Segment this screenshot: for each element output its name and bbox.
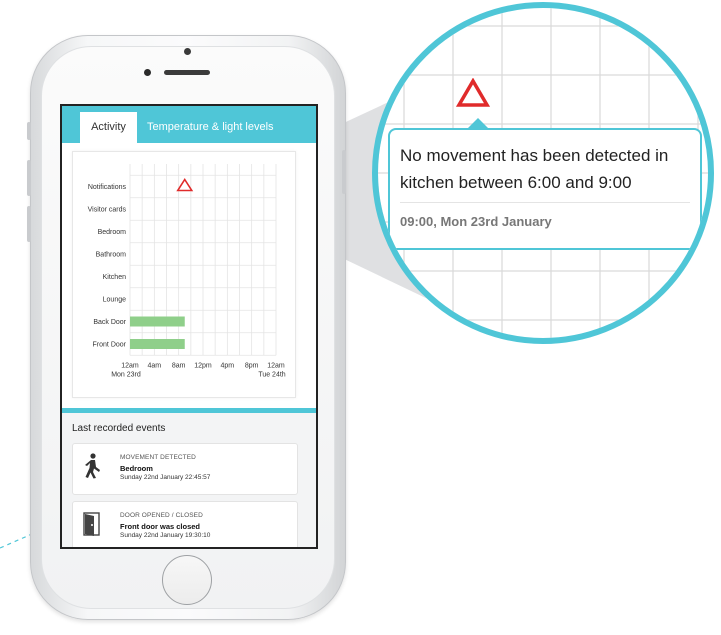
power-button <box>342 150 346 194</box>
x-tick-label: 4pm <box>221 362 235 369</box>
row-label: Front Door <box>93 342 127 349</box>
home-button[interactable] <box>162 555 212 605</box>
x-tick-label: 8pm <box>245 362 259 369</box>
row-label: Back Door <box>93 319 126 326</box>
walking-person-icon <box>85 453 100 479</box>
event-time: Sunday 22nd January 19:30:10 <box>120 532 211 539</box>
x-tick-label: 4am <box>148 362 162 369</box>
event-type: MOVEMENT DETECTED <box>120 454 196 461</box>
event-card[interactable]: MOVEMENT DETECTED Bedroom Sunday 22nd Ja… <box>72 443 298 495</box>
popup-timestamp: 09:00, Mon 23rd January <box>400 214 552 229</box>
volume-down-button <box>27 206 31 242</box>
mute-switch <box>27 122 31 140</box>
tab-bar: Activity Temperature & light levels <box>62 106 316 143</box>
row-label: Bedroom <box>98 229 127 236</box>
activity-chart-svg: Notifications Visitor cards Bedroom Bathroo… <box>88 164 286 378</box>
x-tick-label: 12pm <box>194 362 212 369</box>
popup-message: No movement has been detected in kitchen… <box>400 146 669 192</box>
front-camera <box>184 48 191 55</box>
row-label: Kitchen <box>103 274 126 281</box>
warning-marker <box>176 178 194 192</box>
x-end-date-label: Tue 24th <box>258 371 285 378</box>
row-label: Notifications <box>88 184 127 191</box>
event-title: Bedroom <box>120 464 153 473</box>
row-label: Visitor cards <box>88 207 127 214</box>
earpiece-speaker <box>164 70 210 75</box>
volume-up-button <box>27 160 31 196</box>
x-tick-label: 12am <box>267 362 285 369</box>
popup-pointer <box>466 118 490 130</box>
x-tick-label: 8am <box>172 362 186 369</box>
events-title: Last recorded events <box>72 423 166 434</box>
x-start-date-label: Mon 23rd <box>111 371 141 378</box>
notification-popup: No movement has been detected in kitchen… <box>388 128 702 250</box>
events-section: Last recorded events MOVEMENT DETECTED B… <box>62 413 316 547</box>
event-card[interactable]: DOOR OPENED / CLOSED Front door was clos… <box>72 501 298 547</box>
x-tick-label: 12am <box>121 362 139 369</box>
activity-bar <box>130 316 185 327</box>
phone-screen: Activity Temperature & light levels Noti… <box>60 104 318 549</box>
event-time: Sunday 22nd January 22:45:57 <box>120 474 211 481</box>
zoom-callout: No movement has been detected in kitchen… <box>378 8 708 338</box>
proximity-sensor <box>144 69 151 76</box>
row-label: Bathroom <box>96 252 127 259</box>
warning-triangle-icon <box>456 78 490 107</box>
popup-separator <box>400 202 690 203</box>
row-label: Lounge <box>103 297 126 304</box>
door-icon <box>83 512 100 536</box>
event-title: Front door was closed <box>120 522 201 531</box>
tab-activity[interactable]: Activity <box>80 112 137 143</box>
tab-temperature-light[interactable]: Temperature & light levels <box>147 112 274 143</box>
activity-chart: Notifications Visitor cards Bedroom Bathroo… <box>72 151 296 398</box>
event-type: DOOR OPENED / CLOSED <box>120 512 203 519</box>
activity-bar <box>130 339 185 349</box>
